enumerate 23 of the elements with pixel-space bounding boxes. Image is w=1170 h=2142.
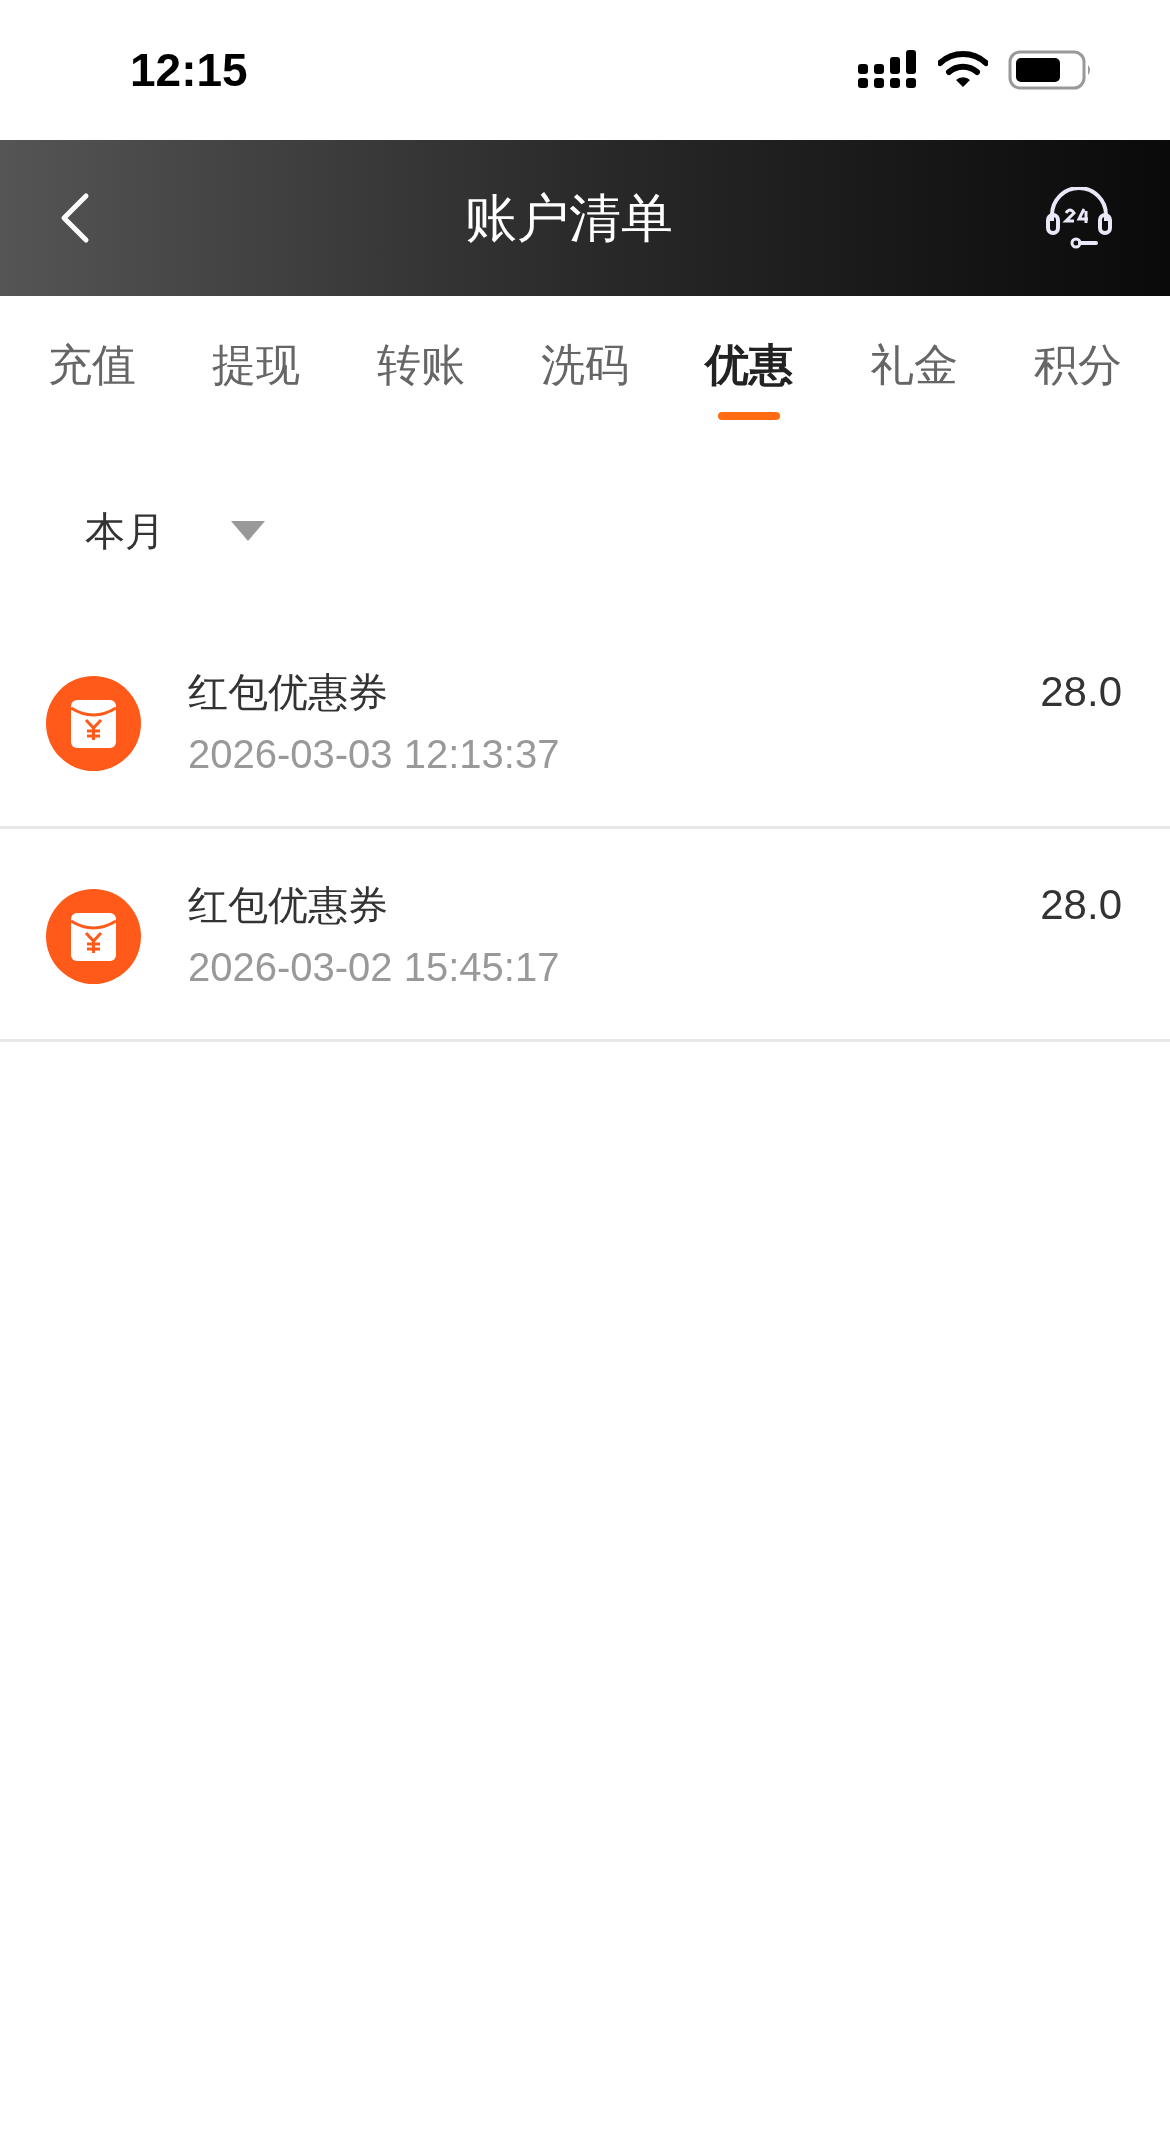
record-amount: 28.0 — [1040, 881, 1122, 929]
record-time: 2026-03-03 12:13:37 — [188, 731, 561, 778]
tab[interactable]: 提现 — [181, 296, 332, 436]
page-title: 账户清单 — [465, 188, 673, 249]
tab[interactable]: 优惠 — [674, 296, 825, 436]
tab[interactable]: 洗码 — [510, 296, 660, 436]
record-title: 红包优惠券 — [188, 882, 389, 929]
battery-icon — [1008, 50, 1092, 90]
envelope-icon — [46, 676, 141, 771]
status-time: 12:15 — [130, 42, 248, 98]
signal-icon — [858, 50, 918, 90]
tab[interactable]: 充值 — [17, 296, 168, 436]
envelope-icon — [46, 889, 141, 984]
record-time: 2026-03-02 15:45:17 — [188, 944, 561, 991]
record-title: 红包优惠券 — [188, 669, 389, 716]
tab[interactable]: 礼金 — [838, 296, 989, 436]
caret-icon — [231, 521, 265, 541]
wifi-icon — [938, 51, 988, 89]
month-dropdown[interactable]: 本月 — [85, 501, 265, 561]
record-amount: 28.0 — [1040, 668, 1122, 716]
headset-icon[interactable] — [1046, 187, 1112, 249]
tab[interactable]: 积分 — [1002, 296, 1153, 436]
tab[interactable]: 转账 — [345, 296, 496, 436]
